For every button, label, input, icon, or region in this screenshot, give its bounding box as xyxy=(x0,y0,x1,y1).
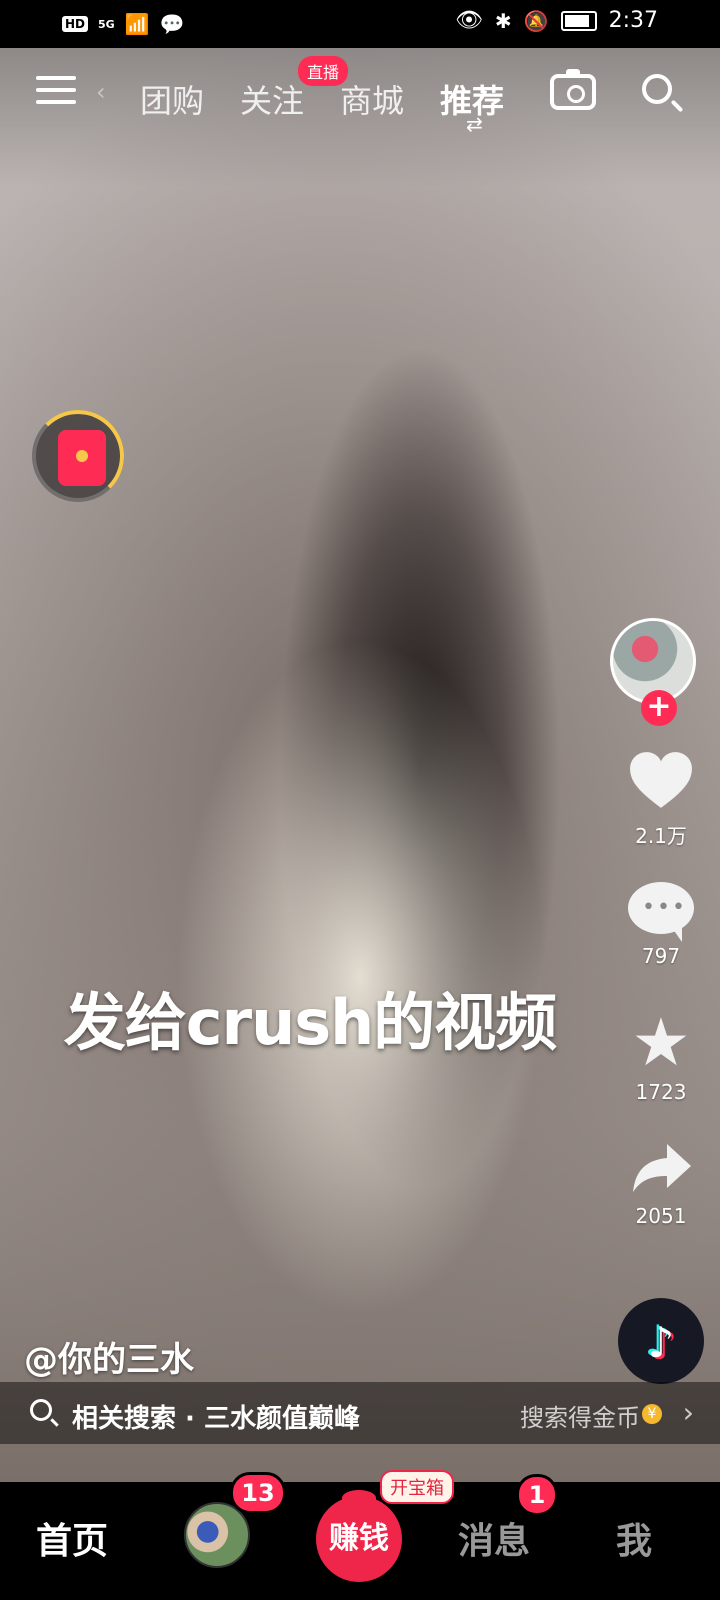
clock: 2:37 xyxy=(608,8,658,33)
friends-badge: 13 xyxy=(230,1472,286,1514)
coin-icon: ¥ xyxy=(642,1404,662,1424)
author-name[interactable]: @你的三水 xyxy=(24,1332,194,1381)
chevron-right-icon[interactable]: › xyxy=(683,1396,694,1429)
nav-home[interactable]: 首页 xyxy=(36,1512,108,1564)
earn-button[interactable]: 赚钱 xyxy=(316,1490,402,1582)
5g-signal-icon: 5G xyxy=(98,17,115,31)
music-disc[interactable]: ♪ xyxy=(618,1298,704,1384)
nav-overflow-hint: ‹ xyxy=(96,78,106,106)
share-icon xyxy=(633,1144,691,1192)
menu-icon[interactable] xyxy=(36,76,76,108)
comment-action[interactable]: ••• 797 xyxy=(616,882,706,968)
mute-bell-icon: 🔕 xyxy=(523,8,549,33)
star-icon: ★ xyxy=(631,1004,691,1081)
red-envelope-icon xyxy=(58,430,106,486)
comment-count: 797 xyxy=(641,944,681,968)
battery-icon xyxy=(560,10,597,31)
search-reward-text[interactable]: 搜索得金币 xyxy=(520,1398,640,1433)
nav-me[interactable]: 我 xyxy=(616,1512,652,1564)
comment-icon: ••• xyxy=(628,882,694,942)
like-count: 2.1万 xyxy=(635,824,687,848)
status-right-icons: 👁 ✱ 🔕 2:37 xyxy=(455,8,658,33)
search-icon[interactable] xyxy=(642,74,672,104)
follow-button[interactable]: + xyxy=(641,690,677,726)
status-bar: HD 5G 📶 💬 👁 ✱ 🔕 2:37 xyxy=(0,0,720,48)
wechat-icon: 💬 xyxy=(159,12,185,36)
like-action[interactable]: 2.1万 xyxy=(616,750,706,849)
search-icon xyxy=(30,1399,52,1421)
camera-icon[interactable] xyxy=(550,69,596,110)
tab-following[interactable]: 关注 xyxy=(240,76,304,122)
tab-group-buy[interactable]: 团购 xyxy=(140,76,204,122)
video-caption: 发给crush的视频 xyxy=(63,986,558,1059)
hd-icon: HD xyxy=(62,16,89,32)
treasure-chest-tag: 开宝箱 xyxy=(380,1470,454,1504)
nav-messages[interactable]: 消息 xyxy=(458,1512,530,1564)
bluetooth-icon: ✱ xyxy=(494,8,512,33)
video-player[interactable] xyxy=(0,48,720,1482)
red-packet-timer[interactable] xyxy=(32,410,124,502)
tab-mall[interactable]: 商城 xyxy=(340,76,404,122)
related-search-text[interactable]: 相关搜索 · 三水颜值巅峰 xyxy=(72,1398,360,1435)
favorite-action[interactable]: ★ 1723 xyxy=(616,1004,706,1105)
share-count: 2051 xyxy=(635,1204,687,1228)
music-note-icon: ♪ xyxy=(647,1318,675,1367)
status-left-icons: HD 5G 📶 💬 xyxy=(62,12,185,36)
wifi-icon: 📶 xyxy=(124,12,150,36)
bottom-nav: 首页 13 赚钱 开宝箱 消息 1 我 xyxy=(0,1470,720,1600)
share-action[interactable]: 2051 xyxy=(616,1140,706,1228)
related-search-bar[interactable]: 相关搜索 · 三水颜值巅峰 搜索得金币 ¥ › xyxy=(0,1382,720,1444)
messages-badge: 1 xyxy=(516,1474,558,1516)
eye-icon: 👁 xyxy=(454,8,483,33)
heart-icon xyxy=(630,752,692,808)
top-nav: ‹ 团购 关注 直播 商城 推荐 ⇄ xyxy=(0,56,720,136)
favorite-count: 1723 xyxy=(635,1080,687,1104)
swap-icon: ⇄ xyxy=(466,112,483,136)
